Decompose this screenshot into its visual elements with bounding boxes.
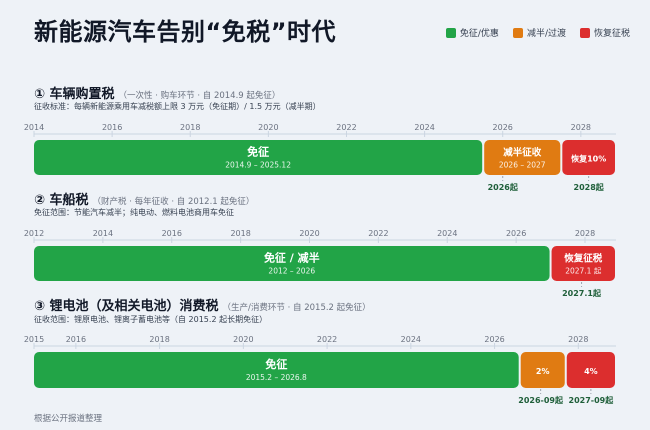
section-2-tick-label: 2024 (437, 229, 457, 238)
section-3-tick-label: 2028 (568, 335, 588, 344)
section-2-segment-bar (551, 246, 615, 281)
section-2-segment-bar (34, 246, 550, 281)
section-2-tick-label: 2022 (368, 229, 388, 238)
section-3-segment-sublabel: 2015.2 – 2026.8 (246, 373, 307, 382)
section-1-note: 征收标准：每辆新能源乘用车减税额上限 3 万元（免征期）/ 1.5 万元（减半期… (34, 102, 321, 111)
section-2-title: ② 车船税 （财产税 · 每年征收 · 自 2012.1 起免征） (34, 189, 254, 208)
section-1-segment-label: 恢复10% (571, 154, 606, 164)
legend-label-resume: 恢复征税 (593, 29, 630, 39)
section-1-tick-label: 2028 (571, 123, 591, 132)
section-1-segment-bar (484, 140, 561, 175)
legend-label-half: 减半/过渡 (526, 29, 566, 39)
section-1-segment-label: 免征 (247, 145, 269, 159)
section-2-tick-label: 2012 (24, 229, 44, 238)
section-3-segment-bar (566, 352, 615, 388)
section-2-segment-label: 恢复征税 (564, 253, 603, 265)
section-2-tick-label: 2018 (230, 229, 250, 238)
section-3-marker-label: 2027-09起 (569, 395, 615, 405)
section-1-segment-bar (562, 140, 615, 175)
section-1-tick-label: 2018 (180, 123, 200, 132)
section-1-title: ① 车辆购置税 （一次性 · 购车环节 · 自 2014.9 起免征） (34, 83, 280, 102)
section-2-subtitle: （财产税 · 每年征收 · 自 2012.1 起免征） (92, 197, 255, 207)
section-1-tick-label: 2016 (102, 123, 122, 132)
section-2-segment-sublabel: 2027.1 起 (565, 267, 602, 276)
section-2-tick-label: 2016 (162, 229, 182, 238)
section-3-tick-label: 2018 (149, 335, 169, 344)
section-1-tick-label: 2024 (414, 123, 434, 132)
legend: 免征/优惠 减半/过渡 恢复征税 (445, 26, 630, 39)
section-3-tick-label: 2024 (401, 335, 421, 344)
legend-swatch-green (445, 27, 456, 38)
section-3-subtitle: （生产/消费环节 · 自 2015.2 起免征） (222, 303, 371, 313)
section-1-tick-label: 2014 (24, 123, 44, 132)
legend-item-exempt: 免征/优惠 (445, 26, 499, 39)
section-2-segment-sublabel: 2012 – 2026 (268, 267, 315, 276)
section-3-marker-label: 2026-09起 (518, 395, 564, 405)
section-3-tick-label: 2016 (66, 335, 86, 344)
section-1-marker-label: 2028起 (574, 182, 605, 192)
legend-item-half: 减半/过渡 (512, 26, 566, 39)
section-3-tick-label: 2026 (484, 335, 504, 344)
section-1-segment-label: 减半征收 (503, 147, 542, 159)
section-1-tick-label: 2020 (258, 123, 278, 132)
section-2-tick-label: 2026 (506, 229, 526, 238)
section-3-segment-bar (34, 352, 519, 388)
section-1-title-text: ① 车辆购置税 (34, 87, 115, 102)
section-3-title: ③ 锂电池（及相关电池）消费税 （生产/消费环节 · 自 2015.2 起免征） (34, 295, 371, 314)
section-3-tick-label: 2015 (24, 335, 44, 344)
section-1-tick-label: 2022 (336, 123, 356, 132)
section-1-subtitle: （一次性 · 购车环节 · 自 2014.9 起免征） (118, 91, 281, 101)
page-title: 新能源汽车告别“免税”时代 (34, 18, 337, 46)
section-2-note: 免征范围：节能汽车减半；纯电动、燃料电池商用车免征 (34, 208, 234, 217)
section-1-segment-sublabel: 2026 – 2027 (499, 161, 546, 170)
section-3-segment-label: 免征 (265, 357, 287, 371)
section-3-segment-label: 2% (536, 367, 550, 376)
section-2-marker-label: 2027.1起 (562, 288, 602, 298)
legend-item-resume: 恢复征税 (579, 26, 630, 39)
section-2-tick-label: 2028 (575, 229, 595, 238)
section-1-segment-sublabel: 2014.9 – 2025.12 (225, 161, 291, 170)
section-2-segment-label: 免征 / 减半 (264, 251, 320, 265)
section-1-tick-label: 2026 (493, 123, 513, 132)
section-1-segment-bar (34, 140, 483, 175)
section-3-segment-label: 4% (584, 367, 598, 376)
legend-swatch-red (579, 27, 590, 38)
section-1-marker-label: 2026起 (488, 182, 519, 192)
section-3-title-text: ③ 锂电池（及相关电池）消费税 (34, 299, 219, 314)
section-3-tick-label: 2022 (317, 335, 337, 344)
legend-swatch-orange (512, 27, 523, 38)
section-3-segment-bar (520, 352, 565, 388)
legend-label-exempt: 免征/优惠 (459, 29, 499, 39)
section-2-tick-label: 2014 (93, 229, 113, 238)
footer-source: 根据公开报道整理 (34, 414, 103, 424)
section-3-tick-label: 2020 (233, 335, 253, 344)
section-2-tick-label: 2020 (299, 229, 319, 238)
section-3-note: 征收范围：锂原电池、锂离子蓄电池等（自 2015.2 起长期免征） (34, 315, 268, 324)
section-2-title-text: ② 车船税 (34, 193, 89, 208)
